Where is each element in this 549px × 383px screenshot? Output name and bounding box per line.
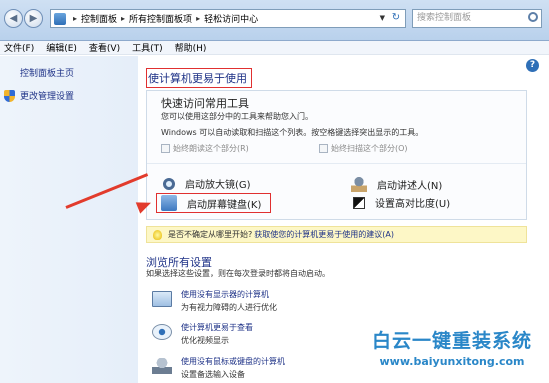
control-panel-icon	[54, 12, 66, 25]
page-title: 使计算机更易于使用	[146, 68, 252, 88]
option-easier-to-see: 使计算机更易于查看 优化视频显示	[152, 322, 352, 350]
help-icon[interactable]: ?	[526, 59, 539, 72]
option-link[interactable]: 使计算机更易于查看	[181, 322, 253, 333]
breadcrumb-chevron-icon[interactable]: ▸	[121, 14, 125, 23]
magnifier-icon	[163, 177, 175, 190]
start-magnifier-button[interactable]: 启动放大镜(G)	[161, 176, 251, 191]
menu-view[interactable]: 查看(V)	[89, 41, 120, 54]
lightbulb-icon	[153, 229, 162, 240]
tip-bar: 是否不确定从哪里开始? 获取使您的计算机更易于使用的建议(A)	[146, 226, 527, 243]
sidebar-item-admin-settings[interactable]: 更改管理设置	[4, 89, 74, 102]
sidebar-home-link[interactable]: 控制面板主页	[20, 66, 74, 79]
menu-bar: 文件(F) 编辑(E) 查看(V) 工具(T) 帮助(H)	[0, 41, 549, 55]
sidebar-item-label: 更改管理设置	[20, 92, 75, 102]
monitor-icon	[152, 291, 172, 307]
option-link[interactable]: 使用没有显示器的计算机	[181, 289, 269, 300]
divider	[147, 163, 526, 164]
option-desc: 为有视力障碍的人进行优化	[181, 303, 277, 312]
option-desc: 优化视频显示	[181, 336, 229, 345]
checkbox-label: 始终朗读这个部分(R)	[173, 144, 249, 153]
watermark: 白云一键重装系统 www.baiyunxitong.com	[357, 326, 547, 382]
search-placeholder: 搜索控制面板	[417, 13, 472, 23]
recommendations-link[interactable]: 获取使您的计算机更易于使用的建议(A)	[254, 229, 394, 240]
address-dropdown-icon[interactable]: ▼	[380, 14, 385, 22]
option-no-display: 使用没有显示器的计算机 为有视力障碍的人进行优化	[152, 289, 352, 317]
forward-button[interactable]: ▶	[24, 9, 43, 28]
watermark-name: 白云一键重装系统	[371, 330, 532, 352]
address-bar[interactable]: ▸ 控制面板 ▸ 所有控制面板项 ▸ 轻松访问中心 ▼ ↻	[50, 9, 406, 28]
option-no-mouse-keyboard: 使用没有鼠标或键盘的计算机 设置备选输入设备	[152, 356, 352, 383]
annotation-highlight-box	[156, 193, 271, 213]
always-scan-checkbox[interactable]: 始终扫描这个部分(O)	[319, 143, 408, 154]
start-narrator-button[interactable]: 启动讲述人(N)	[351, 176, 442, 192]
shield-icon	[4, 89, 15, 102]
breadcrumb-ease-of-access[interactable]: 轻松访问中心	[204, 12, 258, 25]
refresh-icon[interactable]: ↻	[389, 11, 403, 25]
search-icon[interactable]	[528, 12, 538, 22]
tool-label: 设置高对比度(U)	[375, 199, 451, 210]
breadcrumb-chevron-icon[interactable]: ▸	[73, 14, 77, 23]
tool-label: 启动放大镜(G)	[185, 180, 251, 191]
back-button[interactable]: ◀	[4, 9, 23, 28]
high-contrast-button[interactable]: 设置高对比度(U)	[351, 195, 450, 210]
option-link[interactable]: 使用没有鼠标或键盘的计算机	[181, 356, 285, 367]
menu-file[interactable]: 文件(F)	[4, 41, 34, 54]
checkbox-box[interactable]	[319, 144, 328, 153]
narrator-icon	[351, 176, 367, 192]
always-read-checkbox[interactable]: 始终朗读这个部分(R)	[161, 143, 249, 154]
contrast-icon	[353, 196, 365, 209]
tip-text: 是否不确定从哪里开始?	[168, 230, 253, 239]
quick-access-desc: 您可以使用这部分中的工具来帮助您入门。	[161, 112, 313, 121]
breadcrumb-control-panel[interactable]: 控制面板	[81, 12, 117, 25]
menu-edit[interactable]: 编辑(E)	[46, 41, 77, 54]
window-titlebar: ◀ ▶ ▸ 控制面板 ▸ 所有控制面板项 ▸ 轻松访问中心 ▼ ↻ 搜索控制面板	[0, 0, 549, 41]
mouse-icon	[152, 358, 172, 374]
browse-settings-desc: 如果选择这些设置，则在每次登录时都将自动启动。	[146, 269, 330, 278]
search-input[interactable]: 搜索控制面板	[412, 9, 542, 28]
menu-help[interactable]: 帮助(H)	[175, 41, 207, 54]
breadcrumb-all-items[interactable]: 所有控制面板项	[129, 12, 192, 25]
quick-access-title: 快速访问常用工具	[161, 97, 249, 110]
option-desc: 设置备选输入设备	[181, 370, 245, 379]
breadcrumb-chevron-icon[interactable]: ▸	[196, 14, 200, 23]
tool-label: 启动讲述人(N)	[377, 180, 443, 192]
menu-tools[interactable]: 工具(T)	[132, 41, 163, 54]
sidebar: 控制面板主页 更改管理设置	[0, 56, 138, 383]
watermark-url: www.baiyunxitong.com	[379, 355, 525, 368]
quick-access-scan-desc: Windows 可以自动读取和扫描这个列表。按空格键选择突出显示的工具。	[161, 128, 424, 137]
checkbox-box[interactable]	[161, 144, 170, 153]
checkbox-label: 始终扫描这个部分(O)	[331, 144, 408, 153]
eye-icon	[152, 324, 172, 340]
